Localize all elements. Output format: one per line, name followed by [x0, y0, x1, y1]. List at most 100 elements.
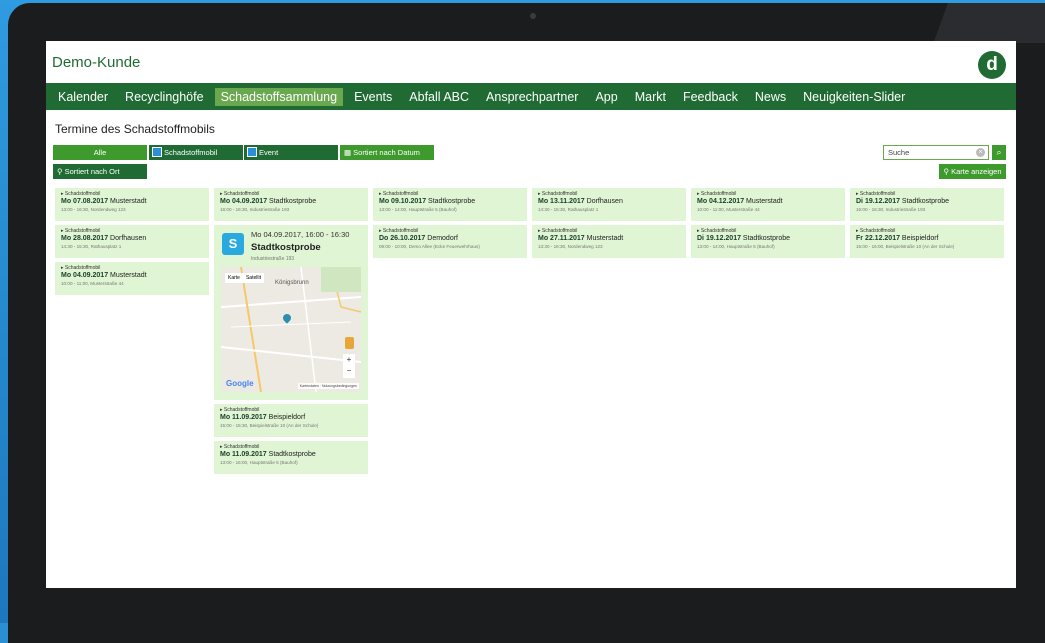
event-place: Dorfhausen	[108, 235, 147, 242]
clear-icon[interactable]: ×	[976, 148, 985, 157]
event-card[interactable]: ▸ Schadstoffmobil Mo 11.09.2017 Stadtkost…	[214, 441, 368, 474]
event-address: 13:00 - 16:30, Nordendweg 123	[61, 207, 126, 212]
app-header: Demo-Kunde d	[46, 41, 1016, 83]
event-column: ▸ Schadstoffmobil Mo 09.10.2017 Stadtkost…	[373, 188, 527, 262]
nav-item[interactable]: Markt	[629, 88, 672, 106]
zoom-out-icon[interactable]: −	[343, 365, 355, 376]
event-date: Mo 07.08.2017 Musterstadt	[61, 198, 203, 205]
event-day: Mo 11.09.2017	[220, 451, 267, 458]
zoom-in-icon[interactable]: +	[343, 354, 355, 365]
map-tab-karte[interactable]: Karte	[228, 275, 240, 281]
event-place: Musterstadt	[744, 198, 783, 205]
filter-event-button[interactable]: Event	[244, 145, 338, 160]
event-map[interactable]: Karte Satellit Königsbrunn + − Google Kartenda…	[221, 267, 361, 392]
google-logo: Google	[226, 379, 254, 388]
event-date: Mo 11.09.2017 Stadtkostprobe	[220, 451, 362, 458]
event-card[interactable]: ▸ Schadstoffmobil Mo 07.08.2017 Mustersta…	[55, 188, 209, 221]
event-date: Mo 04.12.2017 Musterstadt	[697, 198, 839, 205]
event-category: ▸ Schadstoffmobil	[220, 444, 260, 450]
event-category: ▸ Schadstoffmobil	[538, 191, 578, 197]
event-address: 16:00 - 16:30, Industriestraße 193	[856, 207, 926, 212]
event-place: Stadtkostprobe	[267, 198, 317, 205]
sort-by-date-label: Sortiert nach Datum	[353, 148, 420, 157]
calendar-icon: ▦	[344, 148, 354, 157]
event-category: ▸ Schadstoffmobil	[220, 191, 260, 197]
logo-icon[interactable]: d	[978, 51, 1006, 79]
event-card[interactable]: ▸ Schadstoffmobil Di 19.12.2017 Stadtkost…	[691, 225, 845, 258]
nav-item[interactable]: News	[749, 88, 792, 106]
event-detail-title: Stadtkostprobe	[251, 242, 321, 253]
event-card[interactable]: ▸ Schadstoffmobil Mo 09.10.2017 Stadtkost…	[373, 188, 527, 221]
filter-schadstoffmobil-button[interactable]: Schadstoffmobil	[149, 145, 243, 160]
event-date: Do 26.10.2017 Demodorf	[379, 235, 521, 242]
event-date: Di 19.12.2017 Stadtkostprobe	[856, 198, 998, 205]
filter-all-button[interactable]: Alle	[53, 145, 147, 160]
nav-item[interactable]: Events	[348, 88, 398, 106]
event-card[interactable]: ▸ Schadstoffmobil Fr 22.12.2017 Beispield…	[850, 225, 1004, 258]
bezel-reflection	[845, 3, 1045, 43]
pegman-icon[interactable]	[345, 337, 354, 349]
event-column: ▸ Schadstoffmobil Di 19.12.2017 Stadtkost…	[850, 188, 1004, 262]
event-category: ▸ Schadstoffmobil	[856, 191, 896, 197]
nav-item[interactable]: Recyclinghöfe	[119, 88, 210, 106]
webcam-icon	[530, 13, 536, 19]
event-date: Mo 04.09.2017 Musterstadt	[61, 272, 203, 279]
event-day: Di 19.12.2017	[856, 198, 900, 205]
nav-item[interactable]: App	[589, 88, 623, 106]
event-card[interactable]: ▸ Schadstoffmobil Mo 13.11.2017 Dorfhause…	[532, 188, 686, 221]
event-category: ▸ Schadstoffmobil	[61, 265, 101, 271]
nav-item[interactable]: Abfall ABC	[403, 88, 475, 106]
event-card[interactable]: ▸ Schadstoffmobil Mo 27.11.2017 Mustersta…	[532, 225, 686, 258]
nav-item[interactable]: Kalender	[52, 88, 114, 106]
nav-item[interactable]: Feedback	[677, 88, 744, 106]
event-card[interactable]: ▸ Schadstoffmobil Mo 28.08.2017 Dorfhause…	[55, 225, 209, 258]
sort-by-location-button[interactable]: ⚲ Sortiert nach Ort	[53, 164, 147, 179]
event-place: Stadtkostprobe	[740, 235, 791, 242]
search-input[interactable]: Suche ×	[883, 145, 989, 160]
event-address: 10:00 - 11:00, Musterstraße 44	[697, 207, 760, 212]
event-category: ▸ Schadstoffmobil	[538, 228, 578, 234]
event-card[interactable]: ▸ Schadstoffmobil Mo 04.09.2017 Stadtkost…	[214, 188, 368, 221]
filter-event-label: Event	[259, 148, 279, 157]
event-day: Mo 04.09.2017	[220, 198, 268, 205]
client-name: Demo-Kunde	[52, 54, 141, 71]
nav-item[interactable]: Ansprechpartner	[480, 88, 584, 106]
sort-by-date-button[interactable]: ▦ Sortiert nach Datum	[340, 145, 434, 160]
event-date: Mo 27.11.2017 Musterstadt	[538, 235, 680, 242]
event-place: Musterstadt	[108, 198, 147, 205]
event-address: 13:00 - 16:00, Hauptstraße 5 (Bauhof)	[220, 460, 298, 465]
event-address: 09:00 - 10:00, Demo Allee (Ecke Feuerweh…	[379, 244, 480, 249]
event-detail-card[interactable]: S Mo 04.09.2017, 16:00 - 16:30 Stadtkostpr…	[214, 225, 368, 400]
event-card[interactable]: ▸ Schadstoffmobil Mo 11.09.2017 Beispield…	[214, 404, 368, 437]
event-place: Dorfhausen	[584, 198, 623, 205]
event-day: Mo 04.12.2017	[697, 198, 745, 205]
event-card[interactable]: ▸ Schadstoffmobil Di 19.12.2017 Stadtkost…	[850, 188, 1004, 221]
map-place-label: Königsbrunn	[275, 280, 309, 286]
map-attribution[interactable]: Kartendaten · Nutzungsbedingungen	[297, 383, 359, 389]
event-column: ▸ Schadstoffmobil Mo 04.09.2017 Stadtkost…	[214, 188, 368, 478]
nav-item[interactable]: Schadstoffsammlung	[214, 87, 344, 106]
event-day: Mo 09.10.2017	[379, 198, 427, 205]
event-icon	[247, 147, 257, 157]
event-card[interactable]: ▸ Schadstoffmobil Do 26.10.2017 Demodorf 0…	[373, 225, 527, 258]
zoom-control[interactable]: + −	[343, 354, 355, 378]
event-place: Musterstadt	[108, 272, 147, 279]
nav-item[interactable]: Neuigkeiten-Slider	[797, 88, 911, 106]
event-detail-address: Industriestraße 193	[251, 256, 295, 262]
event-address: 15:00 - 15:30, Beispielstraße 10 (An der…	[220, 423, 319, 428]
event-address: 15:00 - 16:00, Beispielstraße 10 (An der…	[856, 244, 955, 249]
search-icon[interactable]: ⌕	[992, 145, 1006, 160]
event-address: 13:30 - 16:30, Nordendweg 123	[538, 244, 603, 249]
event-place: Beispieldorf	[899, 235, 939, 242]
event-date: Mo 09.10.2017 Stadtkostprobe	[379, 198, 521, 205]
show-map-button[interactable]: ⚲ Karte anzeigen	[939, 164, 1006, 179]
event-card[interactable]: ▸ Schadstoffmobil Mo 04.12.2017 Mustersta…	[691, 188, 845, 221]
event-date: Mo 13.11.2017 Dorfhausen	[538, 198, 680, 205]
event-day: Mo 28.08.2017	[61, 235, 109, 242]
event-column: ▸ Schadstoffmobil Mo 04.12.2017 Mustersta…	[691, 188, 845, 262]
event-address: 13:00 - 14:00, Hauptstraße 5 (Bauhof)	[379, 207, 457, 212]
event-category: ▸ Schadstoffmobil	[697, 191, 737, 197]
map-type-tabs: Karte Satellit	[225, 273, 264, 283]
event-card[interactable]: ▸ Schadstoffmobil Mo 04.09.2017 Mustersta…	[55, 262, 209, 295]
map-tab-satellit[interactable]: Satellit	[246, 275, 261, 281]
